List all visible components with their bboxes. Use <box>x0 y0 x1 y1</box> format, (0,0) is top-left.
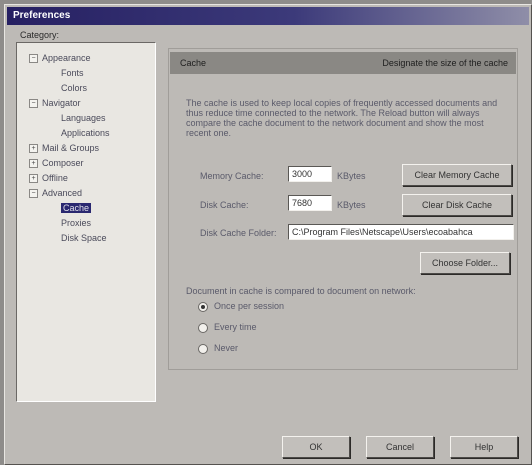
cache-description: The cache is used to keep local copies o… <box>186 98 498 138</box>
expand-icon[interactable]: + <box>29 174 38 184</box>
choose-folder-button[interactable]: Choose Folder... <box>420 252 510 274</box>
tree-item-label: Offline <box>42 173 68 183</box>
memory-cache-input[interactable]: 3000 <box>288 166 332 182</box>
radio-selected-icon[interactable] <box>198 301 208 312</box>
disk-cache-folder-input[interactable]: C:\Program Files\Netscape\Users\ecoabahc… <box>288 224 514 240</box>
tree-item-label: Disk Space <box>61 233 107 243</box>
tree-item-label: Proxies <box>61 218 92 228</box>
expand-icon[interactable]: + <box>29 144 38 154</box>
tree-item-fonts[interactable]: Fonts <box>17 66 155 81</box>
expand-icon[interactable]: + <box>29 159 38 169</box>
tree-item-label: Languages <box>61 113 106 123</box>
clear-disk-cache-button[interactable]: Clear Disk Cache <box>402 194 512 216</box>
disk-cache-label: Disk Cache: <box>200 200 249 210</box>
tree-item-label: Composer <box>42 158 84 168</box>
tree-item-colors[interactable]: Colors <box>17 81 155 96</box>
disk-cache-input[interactable]: 7680 <box>288 195 332 211</box>
category-label: Category: <box>20 30 60 40</box>
tree-item-disk-space[interactable]: Disk Space <box>17 231 155 246</box>
cancel-button[interactable]: Cancel <box>366 436 434 458</box>
tree-item-label: Colors <box>61 83 88 93</box>
tree-item-label: Cache <box>61 203 92 213</box>
clear-memory-cache-button[interactable]: Clear Memory Cache <box>402 164 512 186</box>
tree-item-cache[interactable]: Cache <box>17 201 155 216</box>
tree-item-advanced[interactable]: − Advanced <box>17 186 155 201</box>
window-title: Preferences <box>7 7 529 25</box>
radio-unselected-icon[interactable] <box>198 343 208 354</box>
tree-item-composer[interactable]: + Composer <box>17 156 155 171</box>
collapse-icon[interactable]: − <box>29 99 38 109</box>
radio-label: Once per session <box>214 301 285 311</box>
collapse-icon[interactable]: − <box>29 189 38 199</box>
tree-item-label: Appearance <box>42 53 91 63</box>
category-tree[interactable]: − Appearance Fonts Colors − Navigator Lang… <box>16 42 156 402</box>
tree-item-label: Mail & Groups <box>42 143 100 153</box>
memory-cache-label: Memory Cache: <box>200 171 264 181</box>
radio-every-time[interactable]: Every time <box>198 321 257 333</box>
collapse-icon[interactable]: − <box>29 54 38 64</box>
disk-cache-unit: KBytes <box>337 200 366 210</box>
ok-button[interactable]: OK <box>282 436 350 458</box>
radio-never[interactable]: Never <box>198 342 238 354</box>
tree-item-offline[interactable]: + Offline <box>17 171 155 186</box>
tree-item-navigator[interactable]: − Navigator <box>17 96 155 111</box>
tree-item-languages[interactable]: Languages <box>17 111 155 126</box>
tree-item-label: Navigator <box>42 98 81 108</box>
tree-item-proxies[interactable]: Proxies <box>17 216 155 231</box>
disk-cache-folder-label: Disk Cache Folder: <box>200 228 277 238</box>
tree-item-applications[interactable]: Applications <box>17 126 155 141</box>
radio-label: Every time <box>214 322 257 332</box>
radio-unselected-icon[interactable] <box>198 322 208 333</box>
tree-item-appearance[interactable]: − Appearance <box>17 51 155 66</box>
tree-item-label: Advanced <box>42 188 83 198</box>
tree-item-label: Fonts <box>61 68 84 78</box>
panel-description: Designate the size of the cache <box>382 58 508 68</box>
compare-label: Document in cache is compared to documen… <box>186 286 416 296</box>
radio-label: Never <box>214 343 239 353</box>
tree-item-label: Applications <box>61 128 110 138</box>
help-button[interactable]: Help <box>450 436 518 458</box>
panel-title: Cache <box>180 58 207 68</box>
memory-cache-unit: KBytes <box>337 171 366 181</box>
tree-item-mail-groups[interactable]: + Mail & Groups <box>17 141 155 156</box>
panel-header: Cache Designate the size of the cache <box>170 52 516 74</box>
radio-once-per-session[interactable]: Once per session <box>198 300 284 312</box>
